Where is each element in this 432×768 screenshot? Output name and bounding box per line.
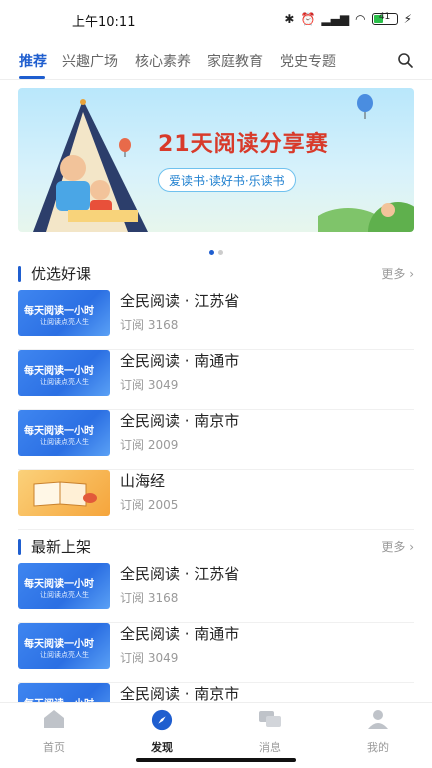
course-subscribers: 订阅 3168 [120, 318, 179, 332]
search-icon[interactable] [397, 52, 413, 68]
status-bar: 上午10:11 ✱ ⏰ ▂▄▆ ◠ 41 ⚡ [0, 0, 432, 40]
course-item[interactable]: 每天阅读一小时 让阅读点亮人生 全民阅读 · 江苏省 订阅 3168 [18, 563, 414, 623]
tab-party-history[interactable]: 党史专题 [280, 51, 336, 71]
active-tab-indicator [19, 76, 45, 79]
course-title: 全民阅读 · 南通市 [120, 625, 240, 643]
status-time: 上午10:11 [72, 15, 136, 30]
tab-recommend[interactable]: 推荐 [19, 51, 47, 71]
profile-icon [368, 710, 388, 729]
balloon-icon [119, 138, 131, 157]
course-item[interactable]: 山海经 订阅 2005 [18, 470, 414, 530]
course-item[interactable]: 每天阅读一小时 让阅读点亮人生 全民阅读 · 南京市 订阅 2009 [18, 410, 414, 470]
signal-icon: ▂▄▆ [321, 12, 350, 26]
discover-icon [151, 709, 173, 731]
promo-banner[interactable]: 21天阅读分享赛 爱读书·读好书·乐读书 [18, 88, 414, 232]
section-title: 最新上架 [31, 538, 92, 556]
banner-pager [0, 240, 432, 259]
wifi-icon: ◠ [355, 12, 366, 26]
balloon-icon [357, 94, 373, 119]
featured-section-header: 优选好课 更多 › [18, 263, 414, 285]
course-title: 全民阅读 · 南京市 [120, 685, 240, 703]
course-thumbnail: 每天阅读一小时让阅读点亮人生 [18, 563, 110, 609]
course-title: 全民阅读 · 南京市 [120, 412, 240, 430]
chevron-right-icon: › [409, 267, 414, 281]
course-title: 全民阅读 · 江苏省 [120, 292, 240, 310]
category-tabs: 推荐 兴趣广场 核心素养 家庭教育 党史专题 [0, 44, 432, 80]
nav-discover[interactable]: 发现 [132, 709, 192, 755]
course-subscribers: 订阅 3049 [120, 378, 179, 392]
tab-interest-square[interactable]: 兴趣广场 [62, 51, 118, 71]
more-link[interactable]: 更多 › [381, 265, 414, 282]
course-subscribers: 订阅 2005 [120, 498, 179, 512]
course-item[interactable]: 每天阅读一小时 让阅读点亮人生 全民阅读 · 江苏省 订阅 3168 [18, 290, 414, 350]
alarm-icon: ⏰ [300, 12, 316, 26]
course-thumbnail: 每天阅读一小时让阅读点亮人生 [18, 623, 110, 669]
banner-title: 21天阅读分享赛 [158, 132, 329, 157]
course-title: 全民阅读 · 江苏省 [120, 565, 240, 583]
book-icon [33, 481, 97, 507]
course-subscribers: 订阅 3049 [120, 651, 179, 665]
section-marker [18, 266, 21, 282]
nav-messages[interactable]: 消息 [240, 709, 300, 755]
course-title: 全民阅读 · 南通市 [120, 352, 240, 370]
course-item[interactable]: 每天阅读一小时 让阅读点亮人生 全民阅读 · 南通市 订阅 3049 [18, 350, 414, 410]
message-icon [259, 711, 281, 727]
latest-section-header: 最新上架 更多 › [18, 536, 414, 558]
battery-level: 41 [378, 12, 391, 22]
section-title: 优选好课 [31, 265, 92, 283]
course-subscribers: 订阅 2009 [120, 438, 179, 452]
chevron-right-icon: › [409, 540, 414, 554]
battery-icon: 41 [371, 12, 398, 25]
pager-dot [218, 250, 223, 255]
more-link[interactable]: 更多 › [381, 538, 414, 555]
course-thumbnail: 每天阅读一小时让阅读点亮人生 [18, 410, 110, 456]
charging-icon: ⚡ [403, 12, 412, 26]
tab-family-education[interactable]: 家庭教育 [207, 51, 263, 71]
nav-profile[interactable]: 我的 [348, 709, 408, 755]
section-marker [18, 539, 21, 555]
home-indicator [136, 758, 296, 762]
home-icon [44, 710, 64, 728]
status-icons: ✱ ⏰ ▂▄▆ ◠ 41 ⚡ [284, 12, 412, 26]
course-thumbnail: 每天阅读一小时让阅读点亮人生 [18, 350, 110, 396]
course-subscribers: 订阅 3168 [120, 591, 179, 605]
hills-icon [318, 202, 414, 232]
course-item[interactable]: 每天阅读一小时 让阅读点亮人生 全民阅读 · 南通市 订阅 3049 [18, 623, 414, 683]
course-title: 山海经 [120, 472, 166, 490]
tab-core-literacy[interactable]: 核心素养 [135, 51, 191, 71]
pager-dot-active [209, 250, 214, 255]
nav-home[interactable]: 首页 [24, 709, 84, 755]
course-thumbnail [18, 470, 110, 516]
banner-slogan: 爱读书·读好书·乐读书 [158, 168, 296, 192]
course-thumbnail: 每天阅读一小时让阅读点亮人生 [18, 290, 110, 336]
bluetooth-icon: ✱ [284, 12, 295, 26]
tent-illustration-icon [33, 99, 148, 232]
